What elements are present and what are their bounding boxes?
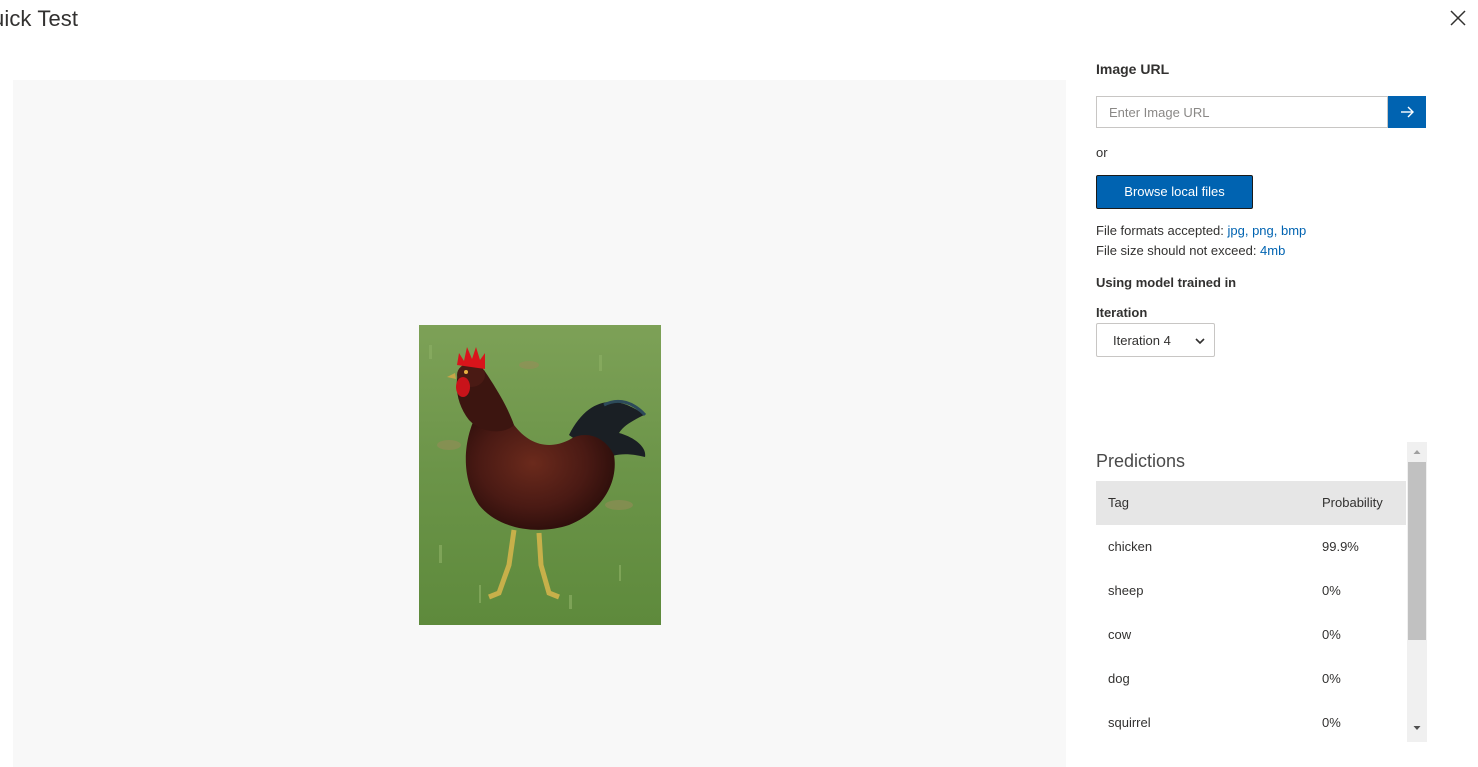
prediction-probability: 0%: [1322, 583, 1341, 598]
submit-url-button[interactable]: [1388, 96, 1426, 128]
test-options-panel: Image URL or Browse local files File for…: [1096, 0, 1436, 767]
file-formats-value: jpg, png, bmp: [1227, 223, 1307, 238]
caret-down-icon: [1413, 726, 1421, 730]
or-separator: or: [1096, 145, 1108, 160]
model-label: Using model trained in: [1096, 275, 1237, 290]
prediction-probability: 0%: [1322, 671, 1341, 686]
column-header-probability: Probability: [1322, 495, 1383, 510]
iteration-dropdown[interactable]: Iteration 4: [1096, 323, 1215, 357]
predictions-table-header: Tag Probability: [1096, 481, 1406, 525]
file-size-label: File size should not exceed:: [1096, 243, 1261, 258]
prediction-probability: 0%: [1322, 715, 1341, 730]
prediction-probability: 99.9%: [1322, 539, 1359, 554]
predictions-scrollbar[interactable]: [1407, 442, 1427, 742]
predictions-table: Tag Probability chicken 99.9% sheep 0% c…: [1096, 481, 1406, 742]
file-formats-label: File formats accepted:: [1096, 223, 1228, 238]
table-row: cow 0%: [1096, 613, 1406, 657]
image-url-field[interactable]: [1096, 96, 1391, 128]
scroll-down-button[interactable]: [1407, 718, 1427, 738]
prediction-tag: cow: [1108, 627, 1132, 642]
iteration-selected: Iteration 4: [1113, 333, 1171, 348]
browse-local-files-button[interactable]: Browse local files: [1096, 175, 1253, 209]
file-formats-info: File formats accepted: jpg, png, bmp: [1096, 223, 1306, 238]
table-row: sheep 0%: [1096, 569, 1406, 613]
predictions-title: Predictions: [1096, 451, 1186, 471]
caret-up-icon: [1413, 450, 1421, 454]
chevron-down-icon: [1195, 338, 1205, 345]
table-row: dog 0%: [1096, 657, 1406, 701]
arrow-right-icon: [1401, 106, 1414, 118]
predictions-panel: Predictions Tag Probability chicken 99.9…: [1096, 442, 1427, 742]
dialog-title: uick Test: [0, 6, 79, 31]
prediction-tag: dog: [1108, 671, 1130, 686]
file-size-value: 4mb: [1260, 243, 1286, 258]
file-size-info: File size should not exceed: 4mb: [1096, 243, 1285, 258]
column-header-tag: Tag: [1108, 495, 1129, 510]
image-url-label: Image URL: [1096, 61, 1170, 77]
table-row: chicken 99.9%: [1096, 525, 1406, 569]
scroll-up-button[interactable]: [1407, 442, 1427, 462]
quick-test-dialog: uick Test Image URL Enter Image URL or B…: [0, 0, 1478, 767]
image-preview-pane: [13, 80, 1066, 767]
close-icon: [1450, 10, 1466, 26]
image-url-input[interactable]: [1097, 97, 1391, 127]
scroll-thumb[interactable]: [1408, 462, 1426, 640]
prediction-tag: sheep: [1108, 583, 1144, 598]
preview-image-rooster: [419, 325, 661, 625]
prediction-tag: squirrel: [1108, 715, 1151, 730]
table-row: squirrel 0%: [1096, 701, 1406, 742]
iteration-label: Iteration: [1096, 305, 1148, 320]
prediction-tag: chicken: [1108, 539, 1153, 554]
close-button[interactable]: [1446, 6, 1470, 30]
prediction-probability: 0%: [1322, 627, 1341, 642]
